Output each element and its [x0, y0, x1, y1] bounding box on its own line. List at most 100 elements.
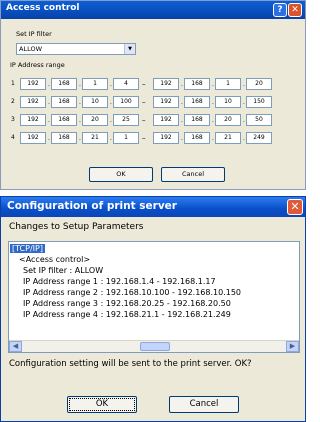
list-item[interactable]: IP Address range 2 : 192.168.10.100 - 19… [23, 288, 241, 297]
end-octet-3[interactable]: 10 [215, 96, 241, 108]
start-octet-1[interactable]: 192 [20, 78, 46, 90]
row-number: 3 [11, 116, 15, 123]
dot: . [243, 117, 245, 124]
list-item[interactable]: IP Address range 3 : 192.168.20.25 - 192… [23, 299, 231, 308]
dot: . [181, 99, 183, 106]
end-octet-1[interactable]: 192 [153, 114, 179, 126]
range-dash: – [142, 80, 146, 88]
dot: . [48, 117, 50, 124]
end-octet-2[interactable]: 168 [184, 132, 210, 144]
end-octet-4[interactable]: 50 [246, 114, 272, 126]
dot: . [212, 135, 214, 142]
end-octet-2[interactable]: 168 [184, 78, 210, 90]
cancel-button[interactable]: Cancel [161, 167, 225, 182]
ok-button[interactable]: OK [67, 396, 137, 413]
start-octet-2[interactable]: 168 [51, 114, 77, 126]
dot: . [243, 81, 245, 88]
end-octet-1[interactable]: 192 [153, 78, 179, 90]
help-button[interactable]: ? [273, 3, 287, 17]
ip-range-label: IP Address range [10, 61, 65, 69]
scroll-left-icon[interactable]: ◀ [9, 341, 22, 352]
start-octet-1[interactable]: 192 [20, 114, 46, 126]
start-octet-3[interactable]: 10 [82, 96, 108, 108]
dot: . [243, 99, 245, 106]
dot: . [212, 81, 214, 88]
scroll-thumb[interactable] [139, 342, 170, 351]
end-octet-1[interactable]: 192 [153, 132, 179, 144]
ip-range-row: 3 192 . 168 . 20 . 25 – 192 . 168 . 20 .… [11, 114, 301, 126]
dot: . [48, 135, 50, 142]
cancel-button[interactable]: Cancel [169, 396, 239, 413]
access-control-titlebar: Access control ? ✕ [1, 1, 305, 19]
ip-range-row: 2 192 . 168 . 10 . 100 – 192 . 168 . 10 … [11, 96, 301, 108]
list-item[interactable]: IP Address range 1 : 192.168.1.4 - 192.1… [23, 277, 216, 286]
row-number: 4 [11, 134, 15, 141]
end-octet-3[interactable]: 20 [215, 114, 241, 126]
end-octet-2[interactable]: 168 [184, 114, 210, 126]
end-octet-3[interactable]: 1 [215, 78, 241, 90]
start-octet-1[interactable]: 192 [20, 96, 46, 108]
dot: . [212, 99, 214, 106]
start-octet-3[interactable]: 20 [82, 114, 108, 126]
start-octet-4[interactable]: 1 [113, 132, 139, 144]
print-server-config-dialog: Configuration of print server ✕ Changes … [0, 196, 306, 422]
chevron-down-icon[interactable]: ▼ [124, 44, 135, 54]
dot: . [79, 117, 81, 124]
end-octet-3[interactable]: 21 [215, 132, 241, 144]
start-octet-3[interactable]: 1 [82, 78, 108, 90]
row-number: 1 [11, 80, 15, 87]
ip-filter-select[interactable]: ALLOW ▼ [16, 43, 136, 55]
start-octet-4[interactable]: 100 [113, 96, 139, 108]
subtitle: Changes to Setup Parameters [9, 222, 144, 232]
dot: . [48, 81, 50, 88]
dot: . [110, 99, 112, 106]
list-item[interactable]: Set IP filter : ALLOW [23, 266, 103, 275]
dialog-title: Configuration of print server [7, 200, 177, 212]
end-octet-4[interactable]: 150 [246, 96, 272, 108]
dot: . [79, 99, 81, 106]
dot: . [181, 81, 183, 88]
list-item[interactable]: [TCP/IP] [10, 244, 45, 253]
close-button[interactable]: ✕ [288, 3, 302, 17]
dialog-title: Access control [6, 3, 80, 13]
dot: . [181, 135, 183, 142]
dot: . [110, 117, 112, 124]
start-octet-3[interactable]: 21 [82, 132, 108, 144]
end-octet-4[interactable]: 20 [246, 78, 272, 90]
confirmation-message: Configuration setting will be sent to th… [9, 359, 252, 369]
list-item[interactable]: <Access control> [19, 255, 90, 264]
start-octet-2[interactable]: 168 [51, 96, 77, 108]
range-dash: – [142, 98, 146, 106]
row-number: 2 [11, 98, 15, 105]
start-octet-4[interactable]: 25 [113, 114, 139, 126]
horizontal-scrollbar[interactable]: ◀ ▶ [9, 340, 299, 352]
dot: . [110, 135, 112, 142]
dot: . [48, 99, 50, 106]
scroll-right-icon[interactable]: ▶ [286, 341, 299, 352]
end-octet-2[interactable]: 168 [184, 96, 210, 108]
start-octet-4[interactable]: 4 [113, 78, 139, 90]
end-octet-4[interactable]: 249 [246, 132, 272, 144]
dot: . [110, 81, 112, 88]
range-dash: – [142, 116, 146, 124]
range-dash: – [142, 134, 146, 142]
start-octet-2[interactable]: 168 [51, 78, 77, 90]
close-button[interactable]: ✕ [287, 199, 303, 215]
list-item[interactable]: IP Address range 4 : 192.168.21.1 - 192.… [23, 310, 231, 319]
dot: . [181, 117, 183, 124]
ip-range-row: 4 192 . 168 . 21 . 1 – 192 . 168 . 21 . … [11, 132, 301, 144]
dot: . [79, 135, 81, 142]
set-ip-filter-label: Set IP filter [16, 30, 52, 38]
start-octet-2[interactable]: 168 [51, 132, 77, 144]
access-control-dialog: Access control ? ✕ Set IP filter ALLOW ▼… [0, 0, 306, 190]
start-octet-1[interactable]: 192 [20, 132, 46, 144]
ip-range-row: 1 192 . 168 . 1 . 4 – 192 . 168 . 1 . 20 [11, 78, 301, 90]
ip-filter-value: ALLOW [19, 45, 43, 53]
dot: . [212, 117, 214, 124]
dot: . [79, 81, 81, 88]
config-titlebar: Configuration of print server ✕ [1, 197, 305, 217]
ok-button[interactable]: OK [89, 167, 153, 182]
changes-listbox[interactable]: [TCP/IP] <Access control> Set IP filter … [8, 241, 300, 353]
dot: . [243, 135, 245, 142]
end-octet-1[interactable]: 192 [153, 96, 179, 108]
